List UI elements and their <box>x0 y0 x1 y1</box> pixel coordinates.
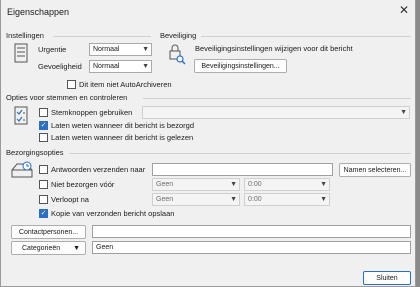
do-not-deliver-time-select: 0:00 ▼ <box>244 178 330 191</box>
delivery-receipt-label: Laten weten wanneer dit bericht is bezor… <box>51 121 195 130</box>
do-not-deliver-date-select: Geen ▼ <box>152 178 240 191</box>
reply-to-label: Antwoorden verzenden naar <box>51 165 146 174</box>
voting-buttons-select: ▼ <box>142 106 410 119</box>
delivery-clock-icon <box>11 160 33 182</box>
settings-heading: Instellingen <box>6 31 44 40</box>
read-receipt-checkbox[interactable] <box>39 133 48 142</box>
delivery-receipt-checkbox[interactable]: ✓ <box>39 121 48 130</box>
voting-buttons-label: Stemknoppen gebruiken <box>51 108 133 117</box>
settings-divider <box>53 36 151 37</box>
read-receipt-label: Laten weten wanneer dit bericht is gelez… <box>51 133 194 142</box>
settings-list-icon <box>14 43 28 65</box>
chevron-down-icon: ▼ <box>142 63 149 70</box>
do-not-deliver-checkbox[interactable] <box>39 180 48 189</box>
expires-label: Verloopt na <box>51 195 89 204</box>
categories-button[interactable]: Categorieën ▼ <box>11 241 86 255</box>
voting-heading: Opties voor stemmen en controleren <box>6 93 128 102</box>
select-names-button[interactable]: Namen selecteren... <box>339 163 411 177</box>
chevron-down-icon: ▼ <box>230 196 237 203</box>
save-copy-label: Kopie van verzonden bericht opslaan <box>51 209 175 218</box>
categories-input[interactable]: Geen <box>92 241 411 254</box>
security-settings-button[interactable]: Beveiligingsinstellingen... <box>194 59 287 73</box>
no-autoarchive-label: Dit item niet AutoArchiveren <box>79 80 172 89</box>
chevron-down-icon: ▼ <box>400 109 407 116</box>
expires-date-select: Geen ▼ <box>152 193 240 206</box>
security-heading: Beveiliging <box>160 31 197 40</box>
sensitivity-label: Gevoeligheid <box>38 62 82 71</box>
voting-divider <box>143 98 411 99</box>
expires-checkbox[interactable] <box>39 195 48 204</box>
security-text: Beveiligingsinstellingen wijzigen voor d… <box>195 44 353 53</box>
no-autoarchive-checkbox[interactable] <box>67 80 76 89</box>
importance-value: Normaal <box>93 46 120 53</box>
do-not-deliver-time: 0:00 <box>248 181 262 188</box>
do-not-deliver-label: Niet bezorgen vóór <box>51 180 115 189</box>
contacts-input[interactable] <box>92 225 411 238</box>
chevron-down-icon: ▼ <box>320 196 327 203</box>
expires-time: 0:00 <box>248 196 262 203</box>
sensitivity-value: Normaal <box>93 63 120 70</box>
close-button[interactable]: Sluiten <box>363 271 411 285</box>
do-not-deliver-date: Geen <box>156 181 174 188</box>
chevron-down-icon: ▼ <box>320 181 327 188</box>
categories-value: Geen <box>96 244 114 251</box>
expires-date: Geen <box>156 196 174 203</box>
expires-time-select: 0:00 ▼ <box>244 193 330 206</box>
chevron-down-icon: ▼ <box>73 244 80 252</box>
lock-search-icon <box>168 43 186 67</box>
contacts-button[interactable]: Contactpersonen... <box>11 225 86 239</box>
properties-dialog: Eigenschappen ✕ Instellingen Urgentie No… <box>0 0 416 287</box>
voting-list-icon <box>14 106 30 128</box>
chevron-down-icon: ▼ <box>230 181 237 188</box>
voting-buttons-checkbox[interactable] <box>39 108 48 117</box>
delivery-divider <box>69 153 411 154</box>
importance-select[interactable]: Normaal ▼ <box>89 43 152 56</box>
window-title: Eigenschappen <box>7 7 70 17</box>
save-copy-checkbox[interactable]: ✓ <box>39 209 48 218</box>
reply-to-input[interactable] <box>152 163 333 176</box>
categories-button-label: Categorieën <box>22 244 61 252</box>
sensitivity-select[interactable]: Normaal ▼ <box>89 60 152 73</box>
delivery-heading: Bezorgingsopties <box>6 148 64 157</box>
importance-label: Urgentie <box>38 45 67 54</box>
security-divider <box>201 36 411 37</box>
close-icon[interactable]: ✕ <box>397 3 411 17</box>
reply-to-checkbox[interactable] <box>39 165 48 174</box>
chevron-down-icon: ▼ <box>142 46 149 53</box>
